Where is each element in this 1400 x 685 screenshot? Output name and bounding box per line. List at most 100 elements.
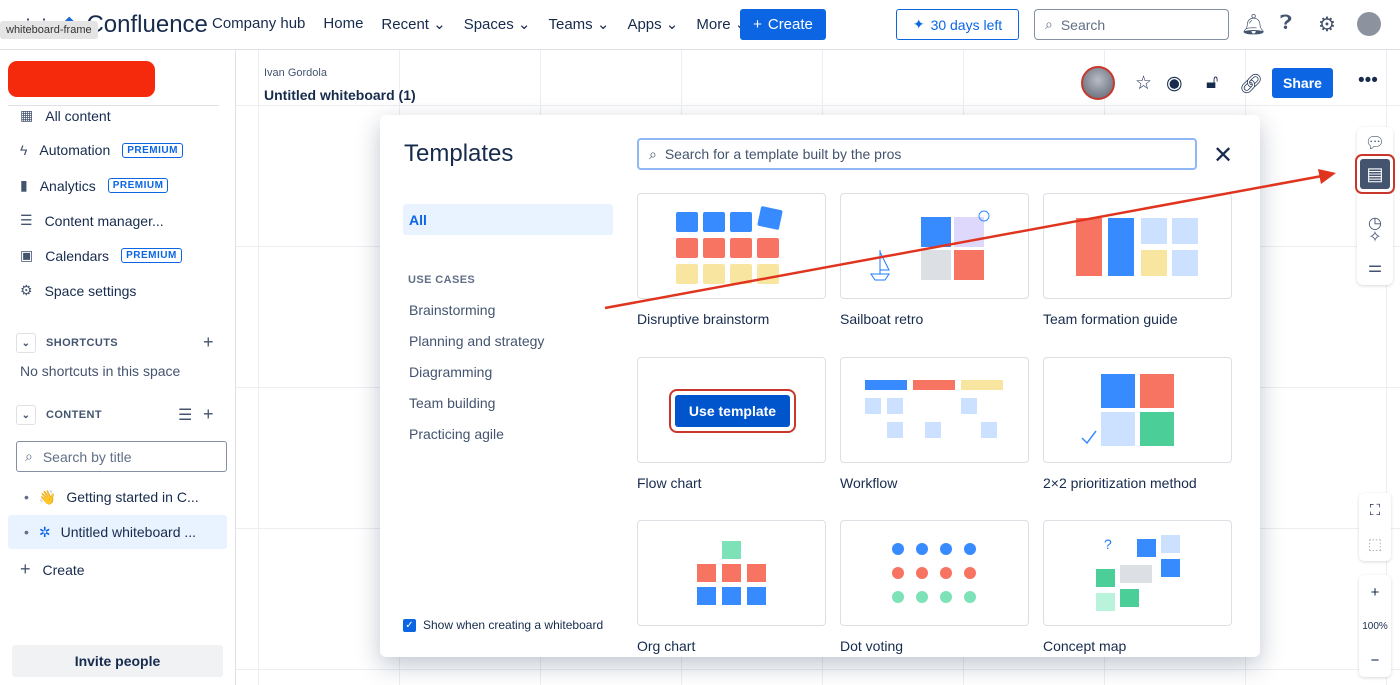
template-name: Org chart xyxy=(637,638,696,654)
premium-badge: PREMIUM xyxy=(107,178,169,193)
checkbox-checked-icon: ✓ xyxy=(403,618,416,632)
redacted-space-name xyxy=(8,61,155,97)
nav-apps[interactable]: Apps ⌄ xyxy=(627,15,678,33)
template-card[interactable]: Dot voting xyxy=(840,520,1029,654)
share-button[interactable]: Share xyxy=(1272,68,1333,98)
help-icon[interactable]: ❓︎ xyxy=(1280,12,1292,35)
profile-avatar[interactable] xyxy=(1357,12,1381,36)
premium-badge: PREMIUM xyxy=(122,142,183,158)
templates-modal: Templates All USE CASES Brainstorming Pl… xyxy=(380,115,1260,657)
category-agile[interactable]: Practicing agile xyxy=(409,426,504,442)
grid-icon: ▦ xyxy=(20,107,34,123)
sidebar-item-analytics[interactable]: ▮ Analytics PREMIUM xyxy=(20,177,169,194)
notifications-icon[interactable]: 🔔︎ xyxy=(1241,12,1266,37)
chart-icon: ▮ xyxy=(20,177,28,193)
settings-icon[interactable]: ⚙ xyxy=(1318,12,1336,37)
fit-to-screen-icon[interactable]: ⛶ xyxy=(1359,493,1391,527)
plus-icon: + xyxy=(753,16,762,33)
template-name: Team formation guide xyxy=(1043,311,1178,327)
star-icon[interactable]: ☆ xyxy=(1135,72,1152,95)
search-icon: ⌕ xyxy=(649,145,657,162)
tooltip: whiteboard-frame xyxy=(0,21,98,39)
sparkle-icon: ✦ xyxy=(912,16,925,32)
comment-icon[interactable]: 💬︎ xyxy=(1363,131,1387,155)
nav-spaces[interactable]: Spaces ⌄ xyxy=(464,15,531,33)
template-name: Dot voting xyxy=(840,638,904,654)
celebrate-icon[interactable]: ✧ xyxy=(1363,225,1387,249)
template-card[interactable]: Org chart xyxy=(637,520,826,654)
category-planning[interactable]: Planning and strategy xyxy=(409,333,544,349)
svg-text:?: ? xyxy=(1104,536,1112,552)
sidebar-item-all-content[interactable]: ▦ All content xyxy=(20,107,111,124)
add-content-icon[interactable]: + xyxy=(203,404,214,425)
tree-item-selected[interactable]: • ✲ Untitled whiteboard ... xyxy=(8,515,227,549)
shortcuts-header[interactable]: ⌄ SHORTCUTS xyxy=(16,333,118,353)
tree-item[interactable]: • 👋 Getting started in C... xyxy=(8,480,227,514)
premium-badge: PREMIUM xyxy=(121,248,182,263)
category-all[interactable]: All xyxy=(403,204,613,235)
add-shortcut-icon[interactable]: + xyxy=(203,332,214,353)
category-diagramming[interactable]: Diagramming xyxy=(409,364,492,380)
page-title: Untitled whiteboard (1) xyxy=(264,87,416,103)
zoom-out-button[interactable]: − xyxy=(1359,643,1391,677)
template-card[interactable]: 2×2 prioritization method xyxy=(1043,357,1232,491)
trial-button[interactable]: ✦ 30 days left xyxy=(896,9,1019,40)
template-card[interactable]: Workflow xyxy=(840,357,1029,491)
template-card[interactable]: Use template Flow chart xyxy=(637,357,826,491)
create-button[interactable]: + Create xyxy=(740,9,826,40)
list-check-icon: ☰ xyxy=(20,212,33,228)
app-name: Confluence xyxy=(86,10,208,38)
calendar-icon: ▣ xyxy=(20,247,34,263)
nav-home[interactable]: Home xyxy=(323,15,363,33)
create-content-button[interactable]: + Create xyxy=(20,559,85,580)
template-name: 2×2 prioritization method xyxy=(1043,475,1197,491)
template-card[interactable]: Sailboat retro xyxy=(840,193,1029,327)
sidebar: ▦ All content ϟ Automation PREMIUM ▮ Analyti… xyxy=(0,50,236,685)
template-card[interactable]: Team formation guide xyxy=(1043,193,1232,327)
gear-icon: ⚙ xyxy=(20,282,33,298)
nav-recent[interactable]: Recent ⌄ xyxy=(381,15,445,33)
right-toolbar: 💬︎ ◷ ✧ ⚌ xyxy=(1357,127,1393,285)
templates-toolbar-button[interactable]: ▤ xyxy=(1355,154,1395,194)
search-input[interactable]: ⌕ Search xyxy=(1034,9,1229,40)
category-team-building[interactable]: Team building xyxy=(409,395,495,411)
sliders-icon[interactable]: ⚌ xyxy=(1363,255,1387,279)
shortcuts-empty: No shortcuts in this space xyxy=(20,363,181,379)
use-cases-heading: USE CASES xyxy=(408,274,476,286)
template-icon: ▤ xyxy=(1360,159,1390,189)
sidebar-item-calendars[interactable]: ▣ Calendars PREMIUM xyxy=(20,247,182,264)
search-by-title-input[interactable]: ⌕ Search by title xyxy=(16,441,227,472)
fit-toolbar: ⛶ ⬚ xyxy=(1359,493,1391,561)
content-header[interactable]: ⌄ CONTENT xyxy=(16,405,102,425)
close-icon[interactable]: ✕ xyxy=(1213,141,1233,170)
show-when-creating-checkbox[interactable]: ✓ Show when creating a whiteboard xyxy=(403,618,603,632)
modal-title: Templates xyxy=(404,140,514,167)
plus-icon: + xyxy=(20,559,31,579)
top-nav: ⋮⋮◆Confluence whiteboard-frame Company h… xyxy=(0,0,1400,50)
zoom-in-button[interactable]: + xyxy=(1359,575,1391,609)
sidebar-item-space-settings[interactable]: ⚙ Space settings xyxy=(20,282,136,299)
collaborator-avatar[interactable] xyxy=(1081,66,1115,100)
filter-icon[interactable]: ☰ xyxy=(178,405,192,425)
search-icon: ⌕ xyxy=(1045,16,1053,32)
use-template-button[interactable]: Use template xyxy=(669,389,796,433)
lightning-icon: ϟ xyxy=(20,142,28,158)
eye-icon[interactable]: ◉ xyxy=(1166,72,1183,95)
link-icon[interactable]: 🔗︎ xyxy=(1239,72,1263,96)
template-card[interactable]: Disruptive brainstorm xyxy=(637,193,826,327)
nav-teams[interactable]: Teams ⌄ xyxy=(549,15,610,33)
template-search-input[interactable]: ⌕ Search for a template built by the pros xyxy=(637,138,1197,170)
sidebar-item-automation[interactable]: ϟ Automation PREMIUM xyxy=(20,142,183,158)
chevron-down-icon: ⌄ xyxy=(16,333,36,353)
template-name: Sailboat retro xyxy=(840,311,924,327)
more-icon[interactable]: ••• xyxy=(1358,70,1378,92)
template-name: Flow chart xyxy=(637,475,702,491)
unlock-icon[interactable]: 🔓︎ xyxy=(1206,72,1218,94)
template-name: Concept map xyxy=(1043,638,1127,654)
focus-frame-icon[interactable]: ⬚ xyxy=(1359,527,1391,561)
sidebar-item-content-manager[interactable]: ☰ Content manager... xyxy=(20,212,164,229)
category-brainstorming[interactable]: Brainstorming xyxy=(409,302,495,318)
template-card[interactable]: ? Concept map xyxy=(1043,520,1232,654)
nav-company-hub[interactable]: Company hub xyxy=(212,15,305,33)
invite-people-button[interactable]: Invite people xyxy=(12,645,223,677)
